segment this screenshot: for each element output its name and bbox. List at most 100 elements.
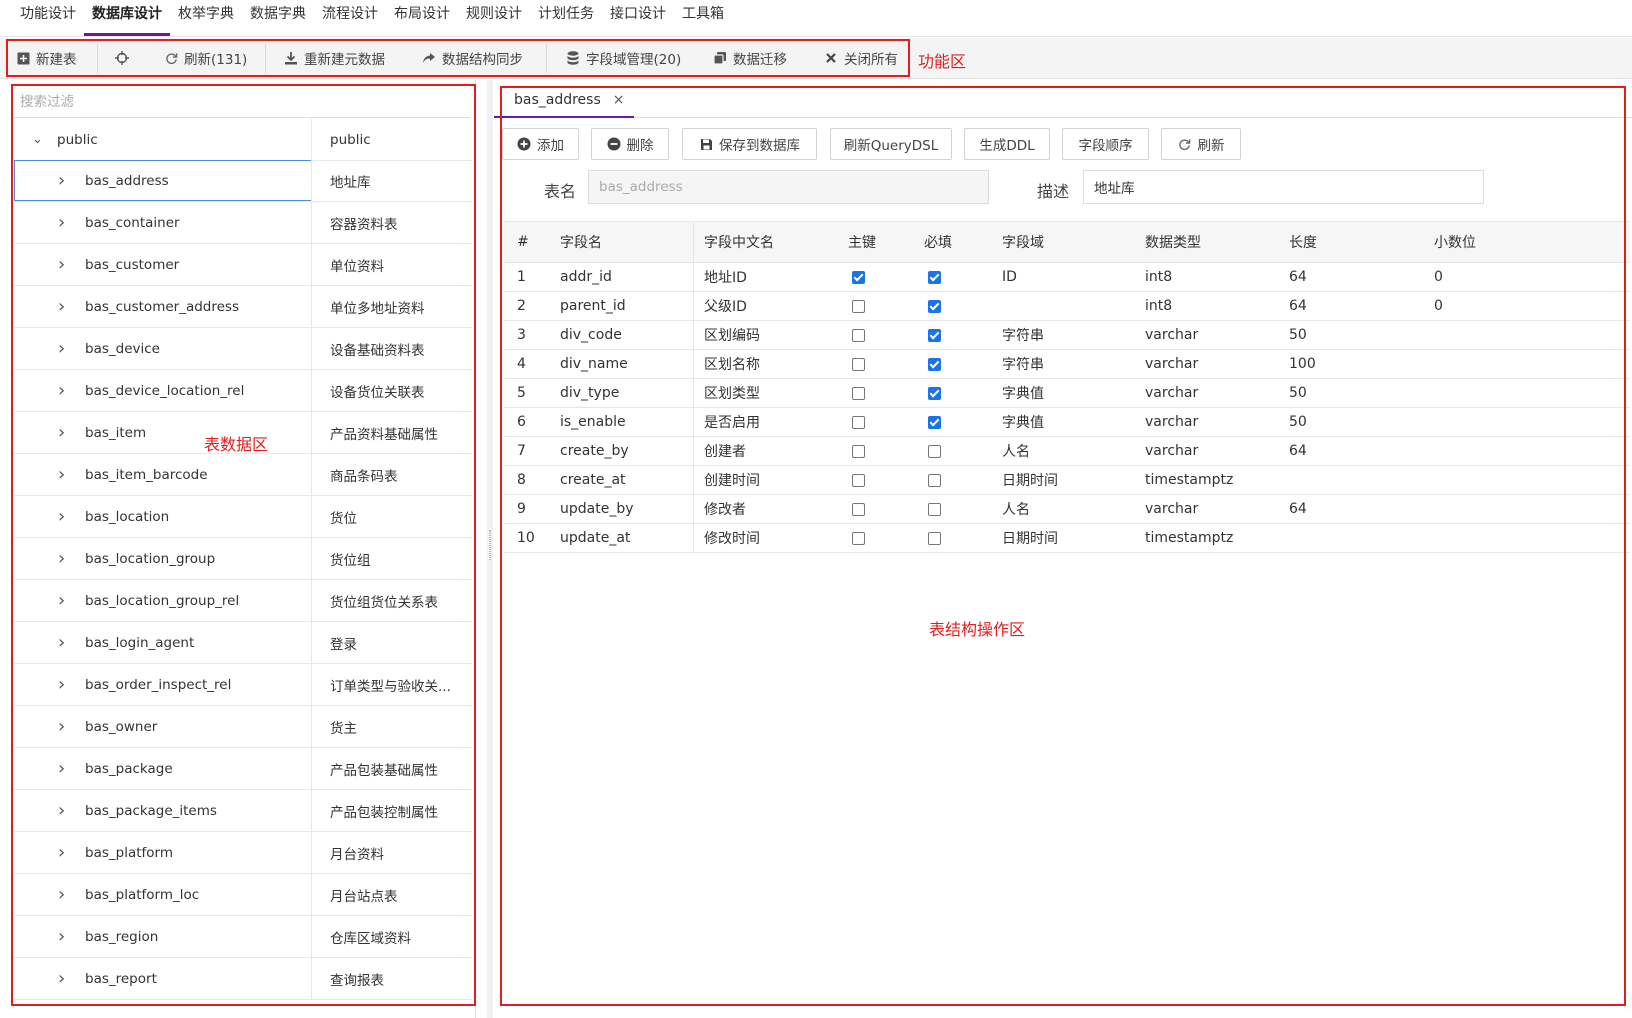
required-checkbox[interactable] bbox=[928, 531, 941, 545]
chevron-right-icon[interactable]: › bbox=[58, 674, 65, 695]
primary-key-checkbox[interactable] bbox=[852, 386, 865, 400]
cell-idx[interactable]: 6 bbox=[517, 408, 526, 436]
cell-idx[interactable]: 8 bbox=[517, 466, 526, 494]
table-list-item[interactable]: › bas_location_group 货位组 bbox=[14, 538, 472, 580]
table-row[interactable]: 5 div_type 区划类型 字典值 varchar 50 bbox=[504, 379, 1630, 408]
cell-name[interactable]: is_enable bbox=[560, 408, 626, 436]
cell-cn-name[interactable]: 区划类型 bbox=[704, 379, 760, 407]
primary-key-checkbox[interactable] bbox=[852, 415, 865, 429]
cell-length[interactable]: 50 bbox=[1289, 408, 1307, 436]
cell-domain[interactable]: 日期时间 bbox=[1002, 466, 1058, 494]
primary-key-checkbox[interactable] bbox=[852, 531, 865, 545]
menu-item[interactable]: 数据库设计 bbox=[84, 3, 170, 36]
required-checkbox[interactable] bbox=[928, 299, 941, 313]
table-list-item[interactable]: › bas_location 货位 bbox=[14, 496, 472, 538]
cell-idx[interactable]: 3 bbox=[517, 321, 526, 349]
cell-name[interactable]: div_code bbox=[560, 321, 622, 349]
table-list-item[interactable]: › bas_address 地址库 bbox=[14, 160, 472, 202]
cell-dtype[interactable]: varchar bbox=[1145, 350, 1198, 378]
cell-name[interactable]: parent_id bbox=[560, 292, 626, 320]
cell-domain[interactable]: 人名 bbox=[1002, 437, 1030, 465]
data-migration-button[interactable]: 数据迁移 bbox=[713, 46, 787, 70]
menu-item[interactable]: 布局设计 bbox=[386, 3, 458, 36]
cell-scale[interactable]: 0 bbox=[1434, 263, 1443, 291]
table-list-item[interactable]: › bas_item_barcode 商品条码表 bbox=[14, 454, 472, 496]
cell-dtype[interactable]: timestamptz bbox=[1145, 524, 1233, 552]
column-header-length[interactable]: 长度 bbox=[1289, 222, 1317, 262]
table-list-item[interactable]: › bas_customer 单位资料 bbox=[14, 244, 472, 286]
new-table-button[interactable]: 新建表 bbox=[16, 46, 77, 70]
table-list-item[interactable]: › bas_order_inspect_rel 订单类型与验收关... bbox=[14, 664, 472, 706]
required-checkbox[interactable] bbox=[928, 502, 941, 516]
refresh-structure-button[interactable]: 刷新 bbox=[1161, 128, 1241, 160]
chevron-right-icon[interactable]: › bbox=[58, 296, 65, 317]
table-row[interactable]: 1 addr_id 地址ID ID int8 64 0 bbox=[504, 263, 1630, 292]
cell-cn-name[interactable]: 是否启用 bbox=[704, 408, 760, 436]
cell-idx[interactable]: 1 bbox=[517, 263, 526, 291]
chevron-right-icon[interactable]: › bbox=[58, 422, 65, 443]
required-checkbox[interactable] bbox=[928, 415, 941, 429]
table-list-item[interactable]: › bas_device 设备基础资料表 bbox=[14, 328, 472, 370]
table-list-item[interactable]: › bas_report 查询报表 bbox=[14, 958, 472, 1000]
table-row[interactable]: 4 div_name 区划名称 字符串 varchar 100 bbox=[504, 350, 1630, 379]
cell-cn-name[interactable]: 创建时间 bbox=[704, 466, 760, 494]
cell-dtype[interactable]: varchar bbox=[1145, 408, 1198, 436]
field-order-button[interactable]: 字段顺序 bbox=[1062, 128, 1149, 160]
cell-length[interactable]: 100 bbox=[1289, 350, 1316, 378]
cell-domain[interactable]: 字典值 bbox=[1002, 379, 1044, 407]
cell-dtype[interactable]: varchar bbox=[1145, 437, 1198, 465]
column-header-pk[interactable]: 主键 bbox=[848, 222, 876, 262]
required-checkbox[interactable] bbox=[928, 270, 941, 284]
table-row[interactable]: 3 div_code 区划编码 字符串 varchar 50 bbox=[504, 321, 1630, 350]
cell-idx[interactable]: 4 bbox=[517, 350, 526, 378]
column-header-dtype[interactable]: 数据类型 bbox=[1145, 222, 1201, 262]
primary-key-checkbox[interactable] bbox=[852, 299, 865, 313]
chevron-right-icon[interactable]: › bbox=[58, 842, 65, 863]
cell-domain[interactable]: 日期时间 bbox=[1002, 524, 1058, 552]
menu-item[interactable]: 计划任务 bbox=[530, 3, 602, 36]
table-list-item[interactable]: › bas_customer_address 单位多地址资料 bbox=[14, 286, 472, 328]
cell-cn-name[interactable]: 创建者 bbox=[704, 437, 746, 465]
locate-button[interactable] bbox=[115, 46, 129, 70]
cell-dtype[interactable]: varchar bbox=[1145, 321, 1198, 349]
menu-item[interactable]: 流程设计 bbox=[314, 3, 386, 36]
primary-key-checkbox[interactable] bbox=[852, 502, 865, 516]
primary-key-checkbox[interactable] bbox=[852, 357, 865, 371]
cell-idx[interactable]: 10 bbox=[517, 524, 535, 552]
tab-bas-address[interactable]: bas_address × bbox=[494, 84, 634, 118]
chevron-right-icon[interactable]: › bbox=[58, 254, 65, 275]
column-header-required[interactable]: 必填 bbox=[924, 222, 952, 262]
table-list-item[interactable]: › bas_container 容器资料表 bbox=[14, 202, 472, 244]
table-list-item[interactable]: › bas_region 仓库区域资料 bbox=[14, 916, 472, 958]
chevron-right-icon[interactable]: › bbox=[58, 380, 65, 401]
table-row[interactable]: 8 create_at 创建时间 日期时间 timestamptz bbox=[504, 466, 1630, 495]
cell-name[interactable]: create_at bbox=[560, 466, 626, 494]
add-field-button[interactable]: 添加 bbox=[502, 128, 579, 160]
column-header-domain[interactable]: 字段域 bbox=[1002, 222, 1044, 262]
close-all-button[interactable]: 关闭所有 bbox=[824, 46, 898, 70]
menu-item[interactable]: 规则设计 bbox=[458, 3, 530, 36]
rebuild-metadata-button[interactable]: 重新建元数据 bbox=[284, 46, 385, 70]
menu-item[interactable]: 工具箱 bbox=[674, 3, 732, 36]
chevron-right-icon[interactable]: › bbox=[58, 464, 65, 485]
refresh-button[interactable]: 刷新(131) bbox=[164, 46, 247, 70]
required-checkbox[interactable] bbox=[928, 386, 941, 400]
chevron-right-icon[interactable]: › bbox=[58, 968, 65, 989]
table-list-item[interactable]: › bas_package_items 产品包装控制属性 bbox=[14, 790, 472, 832]
cell-domain[interactable]: 字符串 bbox=[1002, 350, 1044, 378]
primary-key-checkbox[interactable] bbox=[852, 328, 865, 342]
chevron-right-icon[interactable]: › bbox=[58, 548, 65, 569]
table-row[interactable]: 2 parent_id 父级ID int8 64 0 bbox=[504, 292, 1630, 321]
table-list-item[interactable]: › bas_login_agent 登录 bbox=[14, 622, 472, 664]
chevron-right-icon[interactable]: › bbox=[58, 758, 65, 779]
menu-item[interactable]: 枚举字典 bbox=[170, 3, 242, 36]
cell-dtype[interactable]: varchar bbox=[1145, 495, 1198, 523]
cell-name[interactable]: div_type bbox=[560, 379, 619, 407]
cell-domain[interactable]: 字符串 bbox=[1002, 321, 1044, 349]
cell-cn-name[interactable]: 修改者 bbox=[704, 495, 746, 523]
panel-splitter[interactable] bbox=[487, 80, 493, 1018]
cell-cn-name[interactable]: 区划名称 bbox=[704, 350, 760, 378]
cell-domain[interactable]: 字典值 bbox=[1002, 408, 1044, 436]
chevron-right-icon[interactable]: › bbox=[58, 800, 65, 821]
table-row[interactable]: 7 create_by 创建者 人名 varchar 64 bbox=[504, 437, 1630, 466]
